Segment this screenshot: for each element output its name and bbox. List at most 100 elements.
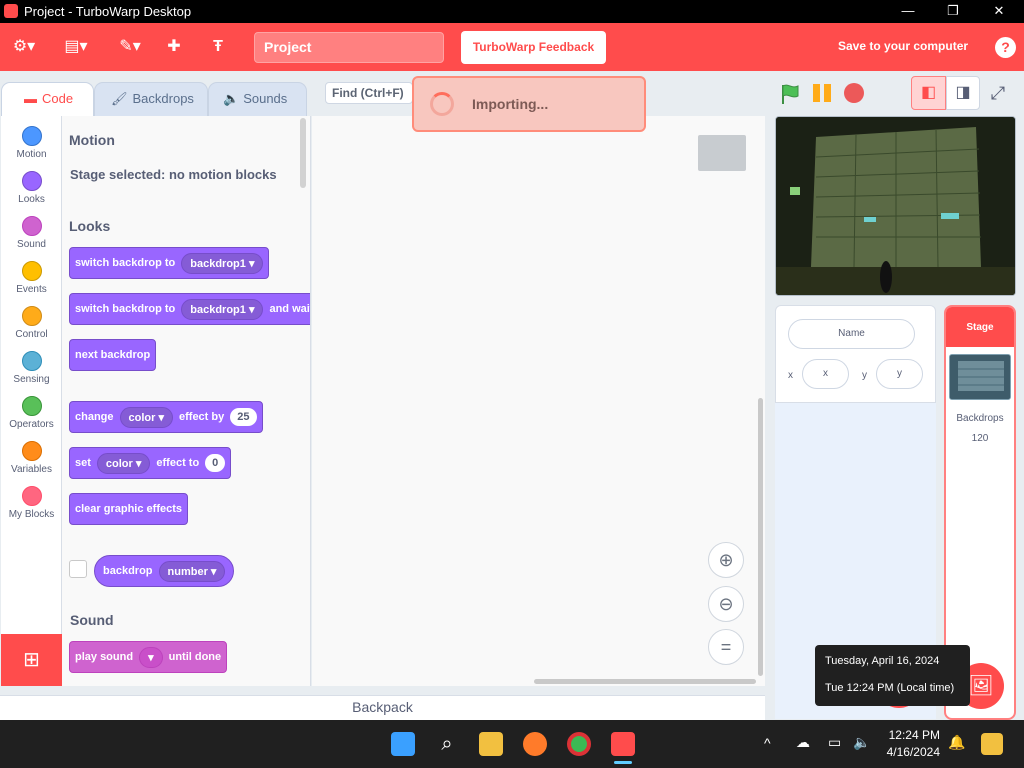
fullscreen-button[interactable]: ⤢	[986, 80, 1010, 106]
fullscreen-icon: ⤢	[990, 83, 1006, 103]
code-workspace[interactable]	[312, 116, 765, 686]
sprite-name-input[interactable]: Name	[788, 319, 915, 349]
tab-backdrops[interactable]: 🖌 Backdrops	[94, 82, 208, 116]
find-input[interactable]: Find (Ctrl+F)	[325, 82, 413, 104]
number-input[interactable]: 0	[205, 454, 226, 472]
windows-start-icon[interactable]	[391, 732, 415, 756]
save-button[interactable]: Save to your computer	[838, 39, 968, 53]
importing-text: Importing...	[472, 96, 549, 112]
add-extension-button[interactable]: ⊞	[1, 634, 62, 686]
block-next-backdrop[interactable]: next backdrop	[69, 339, 157, 371]
category-sound[interactable]: Sound	[1, 210, 62, 255]
x-label: x	[788, 370, 793, 381]
turbowarp-logo[interactable]: Ŧ	[204, 23, 232, 71]
zoom-out-button[interactable]: ⊖	[708, 586, 744, 622]
category-control[interactable]: Control	[1, 300, 62, 345]
y-input[interactable]: y	[876, 359, 923, 389]
x-input[interactable]: x	[802, 359, 849, 389]
stop-button[interactable]	[843, 82, 865, 104]
category-sensing[interactable]: Sensing	[1, 345, 62, 390]
file-menu[interactable]: ▤▾	[58, 23, 94, 71]
window-titlebar: Project - TurboWarp Desktop — ❐ ✕	[0, 0, 1024, 23]
tooltip-time: Tue 12:24 PM (Local time)	[825, 682, 955, 694]
block-backdrop-reporter[interactable]: backdrop number ▾	[94, 555, 235, 587]
backdrop-dropdown[interactable]: backdrop1 ▾	[181, 252, 264, 274]
category-looks[interactable]: Looks	[1, 165, 62, 210]
firefox-icon[interactable]	[523, 732, 547, 756]
clock-tooltip: Tuesday, April 16, 2024 Tue 12:24 PM (Lo…	[815, 645, 970, 706]
network-icon[interactable]: ▭	[828, 734, 841, 751]
backdrop-monitor-checkbox[interactable]	[69, 560, 87, 578]
file-icon: ▤▾	[64, 38, 88, 55]
effect-dropdown[interactable]: color ▾	[119, 406, 173, 428]
pause-button[interactable]	[812, 83, 832, 103]
minimize-button[interactable]: —	[885, 0, 931, 23]
category-motion[interactable]: Motion	[1, 120, 62, 165]
dropdown-value: color	[105, 457, 133, 470]
onedrive-icon[interactable]: ☁	[796, 734, 810, 751]
sound-dropdown[interactable]: ▾	[139, 646, 163, 668]
block-play-sound-until-done[interactable]: play sound ▾ until done	[69, 641, 228, 673]
clock-date[interactable]: 4/16/2024	[884, 745, 940, 759]
pause-icon	[813, 84, 831, 102]
project-title-input[interactable]: Project	[254, 32, 444, 63]
green-flag-button[interactable]	[780, 83, 800, 105]
category-label: Sound	[17, 239, 46, 250]
close-button[interactable]: ✕	[976, 0, 1022, 23]
category-my-blocks[interactable]: My Blocks	[1, 480, 62, 525]
notification-icon[interactable]: 🔔	[948, 734, 965, 751]
category-events[interactable]: Events	[1, 255, 62, 300]
block-switch-backdrop[interactable]: switch backdrop to backdrop1 ▾	[69, 247, 270, 279]
tab-code[interactable]: ▬ Code	[1, 82, 94, 116]
small-stage-button[interactable]: ◧	[911, 76, 946, 110]
y-label: y	[862, 370, 867, 381]
maximize-button[interactable]: ❐	[930, 0, 976, 23]
backdrops-label: Backdrops	[956, 413, 1004, 424]
zoom-reset-button[interactable]: =	[708, 629, 744, 665]
tab-code-label: Code	[42, 91, 74, 106]
file-explorer-icon[interactable]	[479, 732, 503, 756]
window-title: Project - TurboWarp Desktop	[24, 4, 192, 19]
workspace-horizontal-scrollbar[interactable]	[534, 679, 756, 684]
number-input[interactable]: 25	[230, 408, 257, 426]
brush-icon: 🖌	[111, 91, 128, 106]
workspace-vertical-scrollbar[interactable]	[758, 398, 763, 676]
tab-sounds[interactable]: 🔈 Sounds	[208, 82, 307, 116]
block-text: backdrop	[103, 565, 153, 577]
search-icon[interactable]: ⌕	[435, 732, 459, 756]
block-set-effect[interactable]: set color ▾ effect to 0	[69, 447, 232, 479]
dropdown-value: backdrop1	[190, 257, 246, 270]
backdrop-property-dropdown[interactable]: number ▾	[158, 560, 226, 582]
block-change-effect[interactable]: change color ▾ effect by 25	[69, 401, 263, 433]
block-clear-graphic-effects[interactable]: clear graphic effects	[69, 493, 188, 525]
stop-icon	[844, 83, 864, 103]
block-text: next backdrop	[75, 349, 151, 361]
category-label: Control	[15, 329, 48, 340]
large-stage-button[interactable]: ◨	[946, 76, 980, 110]
sprite-info-pane: Name x x y y	[775, 305, 936, 403]
turbowarp-taskbar-icon[interactable]	[611, 732, 635, 756]
settings-menu[interactable]: ⚙▾	[6, 23, 42, 71]
backpack[interactable]: Backpack	[0, 695, 765, 720]
edit-menu[interactable]: ✎▾	[112, 23, 148, 71]
backdrop-dropdown[interactable]: backdrop1 ▾	[181, 298, 264, 320]
effect-dropdown[interactable]: color ▾	[96, 452, 151, 474]
addons-button[interactable]: ✚	[160, 23, 188, 71]
palette-scrollbar[interactable]	[300, 118, 306, 188]
help-icon[interactable]: ?	[995, 37, 1016, 58]
stage-canvas[interactable]	[775, 116, 1016, 296]
category-variables[interactable]: Variables	[1, 435, 62, 480]
dropdown-value: color	[128, 411, 156, 424]
copilot-icon[interactable]	[981, 733, 1003, 755]
zoom-in-button[interactable]: ⊕	[708, 542, 744, 578]
category-operators[interactable]: Operators	[1, 390, 62, 435]
block-switch-backdrop-and-wait[interactable]: switch backdrop to backdrop1 ▾ and wait	[69, 293, 310, 325]
dropdown-value: number	[167, 565, 208, 578]
clock-time[interactable]: 12:24 PM	[886, 728, 940, 742]
show-hidden-icons-icon[interactable]: ^	[764, 735, 771, 751]
volume-icon[interactable]: 🔈	[853, 734, 870, 751]
chrome-icon[interactable]	[567, 732, 591, 756]
speaker-icon: 🔈	[223, 91, 240, 106]
green-flag-icon	[782, 84, 799, 104]
feedback-button[interactable]: TurboWarp Feedback	[461, 31, 606, 64]
